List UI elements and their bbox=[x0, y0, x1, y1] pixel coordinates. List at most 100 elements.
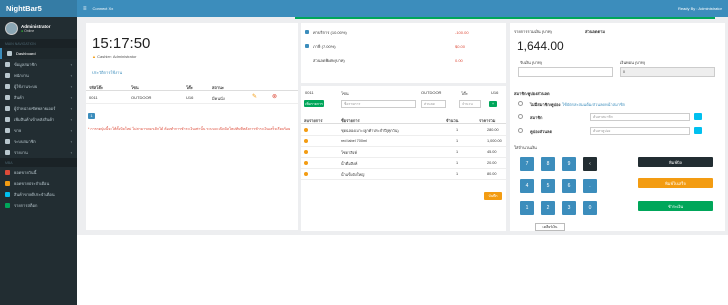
user-status: ● Online bbox=[21, 28, 35, 33]
remove-item-icon[interactable] bbox=[304, 128, 308, 132]
page-button[interactable]: 1 bbox=[88, 113, 95, 119]
numpad-key[interactable]: 7 bbox=[520, 157, 534, 171]
item-row[interactable]: น้ำแข็งถังใหญ่ 1 80.00 bbox=[301, 169, 506, 180]
numpad-key[interactable]: 5 bbox=[541, 179, 555, 193]
item-row[interactable]: red label 700ml 1 1,000.00 bbox=[301, 136, 506, 147]
sidebar-item-label: Dashboard bbox=[16, 51, 36, 56]
report-icon bbox=[5, 150, 10, 155]
sidebar-item-7[interactable]: เพิ่มสินค้าเข้าคลังสินค้า ‹ bbox=[0, 114, 77, 125]
ready-by[interactable]: Ready By : Administrator bbox=[678, 6, 722, 11]
save-button[interactable]: บันทึก bbox=[484, 192, 502, 200]
connect-status[interactable]: Connect Xx bbox=[93, 6, 114, 11]
member-title: สมาชิก/คูปองส่วนลด bbox=[514, 91, 550, 96]
item-row[interactable]: โซดาสิงห์ 1 45.00 bbox=[301, 147, 506, 158]
chevron-icon: ‹ bbox=[70, 95, 72, 100]
remove-item-icon[interactable] bbox=[304, 150, 308, 154]
radio-no-member[interactable] bbox=[518, 101, 523, 106]
coupon-search-button[interactable] bbox=[694, 127, 702, 134]
received-input[interactable] bbox=[518, 67, 613, 77]
sidebar-item-4[interactable]: รายการสต็อก bbox=[0, 200, 77, 211]
sidebar-item-9[interactable]: ระบบสมาชิก ‹ bbox=[0, 136, 77, 147]
nav-section-header: MAIN NAVIGATION bbox=[0, 39, 77, 48]
print-receipt-button[interactable]: พิมพ์ใบเสร็จ bbox=[638, 178, 713, 188]
add-item-button[interactable]: เพิ่มรายการ bbox=[304, 100, 324, 107]
backspace-key[interactable]: ‹ bbox=[583, 157, 597, 171]
pay-button[interactable]: ชำระเงิน bbox=[638, 201, 713, 211]
remove-item-icon[interactable] bbox=[304, 172, 308, 176]
vat-row[interactable]: ภาษี (7.00%) $0.00 bbox=[305, 42, 500, 50]
radio-member[interactable] bbox=[518, 114, 523, 119]
numpad-key[interactable]: . bbox=[583, 179, 597, 193]
sidebar-item-8[interactable]: ขาย ‹ bbox=[0, 125, 77, 136]
change-field: 0 bbox=[620, 67, 715, 77]
item-name: red label 700ml bbox=[341, 139, 367, 143]
items-header: ลบรายการ ชื่อรายการ จำนวน ราคารวม bbox=[301, 114, 506, 124]
sidebar-item-1[interactable]: ยอดขายวันนี้ bbox=[0, 167, 77, 178]
sidebar-item-10[interactable]: รายงาน ‹ bbox=[0, 147, 77, 158]
cashier-line: ▲ Cashier: Administrator bbox=[92, 54, 137, 59]
member-search-input[interactable]: ค้นหาสมาชิก bbox=[590, 113, 690, 121]
sidebar-item-2[interactable]: ข้อมูลสมาชิก ‹ bbox=[0, 59, 77, 70]
sidebar-item-5[interactable]: สินค้า ‹ bbox=[0, 92, 77, 103]
sidebar-item-label: ผู้จำหน่าย/ซัพพลายเออร์ bbox=[14, 106, 56, 111]
clear-money-button[interactable]: เคลียร์เงิน bbox=[535, 223, 565, 231]
numpad-key[interactable]: 3 bbox=[562, 201, 576, 215]
sidebar-item-3[interactable]: พนักงาน ‹ bbox=[0, 70, 77, 81]
sidebar-item-label: ระบบสมาชิก bbox=[14, 139, 36, 144]
remove-item-icon[interactable] bbox=[304, 161, 308, 165]
item-total: 280.00 bbox=[487, 128, 499, 132]
numpad-key[interactable]: 8 bbox=[541, 157, 555, 171]
qty-input[interactable]: จำนวน bbox=[459, 100, 481, 108]
print-bill-button[interactable]: พิมพ์บิล bbox=[638, 157, 713, 167]
sidebar-item-label: รายงาน bbox=[14, 150, 28, 155]
row-table: U16 bbox=[186, 95, 194, 100]
brand-logo[interactable]: NightBar5 bbox=[0, 0, 77, 17]
sidebar-item-label: ขาย bbox=[14, 128, 22, 133]
sidebar-item-label: พนักงาน bbox=[14, 73, 29, 78]
numpad-key[interactable]: 6 bbox=[562, 179, 576, 193]
sidebar-item-6[interactable]: ผู้จำหน่าย/ซัพพลายเออร์ ‹ bbox=[0, 103, 77, 114]
numpad-key[interactable]: 1 bbox=[520, 201, 534, 215]
col-status: สถานะ bbox=[212, 85, 224, 90]
item-total: 20.00 bbox=[487, 161, 497, 165]
item-name: โซดาสิงห์ bbox=[341, 151, 357, 155]
truck-icon bbox=[5, 106, 10, 111]
cancel-icon[interactable]: ⊗ bbox=[272, 93, 277, 100]
star-icon bbox=[5, 192, 10, 197]
col-zone: โซน bbox=[131, 85, 139, 90]
nav-section-header-2: MBA bbox=[0, 158, 77, 167]
item-row[interactable]: ชุดฉลองเบาะ/ลูกค้าประจำปี(ทุกวัน) 1 280.00 bbox=[301, 125, 506, 136]
service-charge-row[interactable]: ค่าบริการ (10.00%) -100.00 bbox=[305, 28, 500, 36]
item-search-input[interactable]: ชื่อรายการ bbox=[341, 100, 416, 108]
sidebar-item-2[interactable]: ยอดขายประจำเดือน bbox=[0, 178, 77, 189]
coupon-search-input[interactable]: ค้นหาคูปอง bbox=[590, 127, 690, 135]
numpad-key[interactable]: 2 bbox=[541, 201, 555, 215]
box-icon bbox=[5, 95, 10, 100]
item-row[interactable]: น้ำดื่มสิงห์ 1 20.00 bbox=[301, 158, 506, 169]
chevron-icon: ‹ bbox=[70, 150, 72, 155]
chevron-icon: ‹ bbox=[70, 139, 72, 144]
edit-icon[interactable]: ✎ bbox=[252, 93, 257, 100]
remove-item-icon[interactable] bbox=[304, 139, 308, 143]
member-search-button[interactable] bbox=[694, 113, 702, 120]
history-link[interactable]: ประวัติการใช้งาน bbox=[92, 69, 122, 76]
numpad-key[interactable]: 4 bbox=[520, 179, 534, 193]
item-total: 1,000.00 bbox=[487, 139, 502, 143]
bill-note: * การกดปุ่มนี้จะให้ตั้งบิลใหม่ ไม่สามารถ… bbox=[88, 127, 291, 131]
numpad-key[interactable]: 0 bbox=[583, 201, 597, 215]
table-row[interactable]: 0011 OUTDOOR U16 มีคนนั่ง ✎ ⊗ bbox=[86, 92, 298, 104]
discount-input[interactable]: ส่วนลด bbox=[421, 100, 446, 108]
no-member-link[interactable]: ใช้บัตรสะสมแต้ม/ส่วนลดหน้าสมาชิก bbox=[562, 101, 625, 108]
add-plus-button[interactable]: + bbox=[489, 101, 497, 107]
sidebar-item-1[interactable]: Dashboard bbox=[0, 48, 77, 59]
sidebar-item-3[interactable]: สินค้าขายดีประจำเดือน bbox=[0, 189, 77, 200]
discount-tag: ส่วนลดตาม bbox=[585, 29, 605, 34]
sidebar-item-4[interactable]: ผู้ใช้งานระบบ ‹ bbox=[0, 81, 77, 92]
numpad-label: ใส่จำนวนเงิน bbox=[514, 145, 537, 150]
hamburger-icon[interactable]: ≡ bbox=[83, 6, 87, 12]
numpad-key[interactable]: 9 bbox=[562, 157, 576, 171]
sidebar-item-label: ยอดขายประจำเดือน bbox=[14, 181, 50, 186]
cart-icon bbox=[5, 128, 10, 133]
sidebar-item-label: ข้อมูลสมาชิก bbox=[14, 62, 37, 67]
radio-coupon[interactable] bbox=[518, 128, 523, 133]
